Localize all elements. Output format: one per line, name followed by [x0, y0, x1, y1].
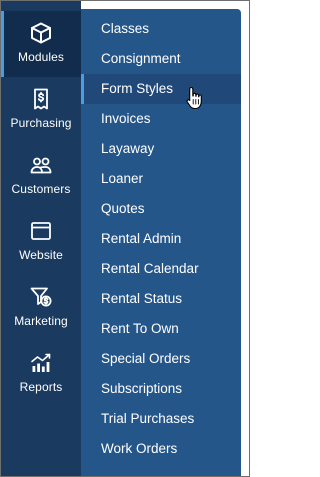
- sidebar-item-label: Marketing: [14, 314, 68, 328]
- menu-item-loaner[interactable]: Loaner: [81, 164, 241, 194]
- marketing-funnel-icon: [29, 285, 53, 309]
- menu-item-rental-status[interactable]: Rental Status: [81, 284, 241, 314]
- sidebar-item-label: Reports: [19, 380, 63, 394]
- menu-item-quotes[interactable]: Quotes: [81, 194, 241, 224]
- menu-item-form-styles[interactable]: Form Styles: [81, 74, 241, 104]
- sidebar-rail: Modules Purchasing Customers Website Mar…: [1, 1, 81, 476]
- chart-icon: [29, 351, 53, 375]
- menu-item-rental-calendar[interactable]: Rental Calendar: [81, 254, 241, 284]
- browser-window-icon: [29, 219, 53, 243]
- sidebar-item-modules[interactable]: Modules: [1, 11, 81, 77]
- sidebar-item-customers[interactable]: Customers: [1, 143, 81, 209]
- purchase-document-icon: [29, 87, 53, 111]
- menu-item-invoices[interactable]: Invoices: [81, 104, 241, 134]
- menu-item-layaway[interactable]: Layaway: [81, 134, 241, 164]
- customers-icon: [29, 153, 53, 177]
- menu-item-subscriptions[interactable]: Subscriptions: [81, 374, 241, 404]
- menu-item-rent-to-own[interactable]: Rent To Own: [81, 314, 241, 344]
- sidebar-item-label: Website: [19, 248, 63, 262]
- menu-item-work-orders[interactable]: Work Orders: [81, 434, 241, 464]
- menu-item-classes[interactable]: Classes: [81, 14, 241, 44]
- sidebar-item-website[interactable]: Website: [1, 209, 81, 275]
- sidebar-item-purchasing[interactable]: Purchasing: [1, 77, 81, 143]
- sidebar-item-label: Modules: [17, 50, 65, 64]
- sidebar-item-marketing[interactable]: Marketing: [1, 275, 81, 341]
- cube-icon: [29, 21, 53, 45]
- sidebar-item-label: Purchasing: [10, 116, 72, 130]
- menu-item-trial-purchases[interactable]: Trial Purchases: [81, 404, 241, 434]
- sidebar-item-reports[interactable]: Reports: [1, 341, 81, 407]
- menu-item-special-orders[interactable]: Special Orders: [81, 344, 241, 374]
- navigation-frame: Modules Purchasing Customers Website Mar…: [0, 0, 250, 477]
- modules-flyout-menu: Classes Consignment Form Styles Invoices…: [81, 9, 241, 476]
- sidebar-item-label: Customers: [11, 182, 71, 196]
- menu-item-consignment[interactable]: Consignment: [81, 44, 241, 74]
- menu-item-rental-admin[interactable]: Rental Admin: [81, 224, 241, 254]
